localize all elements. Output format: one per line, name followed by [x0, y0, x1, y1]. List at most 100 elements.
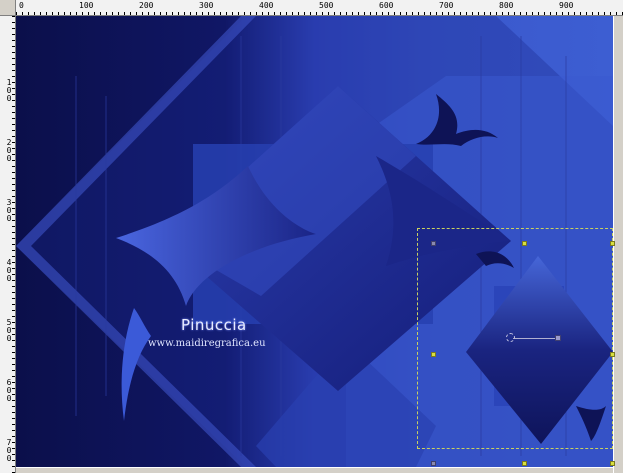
ruler-tick [12, 136, 15, 137]
ruler-tick [12, 310, 15, 311]
ruler-tick [256, 12, 257, 15]
ruler-tick [12, 316, 15, 317]
edge-handle-right[interactable] [610, 352, 615, 357]
ruler-tick [532, 12, 533, 15]
ruler-tick [12, 376, 15, 377]
ruler-tick [346, 12, 347, 15]
ruler-tick [12, 142, 15, 143]
corner-handle-bottom-right[interactable] [610, 461, 615, 466]
ruler-tick [12, 286, 15, 287]
horizontal-ruler: 0 100 200 300 400 500 600 700 800 900 [16, 0, 623, 16]
ruler-label-600: 600 [379, 1, 394, 10]
ruler-tick [238, 12, 239, 15]
ruler-tick [508, 12, 509, 15]
ruler-tick [16, 12, 17, 15]
edge-handle-bottom[interactable] [522, 461, 527, 466]
ruler-tick [12, 40, 15, 41]
ruler-tick [244, 12, 245, 15]
rotation-pivot-icon[interactable] [506, 333, 515, 342]
ruler-tick [12, 262, 15, 263]
ruler-tick [52, 12, 53, 15]
ruler-tick [12, 256, 15, 257]
ruler-tick [172, 12, 173, 15]
ruler-tick [484, 12, 485, 15]
ruler-tick [178, 12, 179, 15]
ruler-label-800: 800 [499, 1, 514, 10]
ruler-tick [388, 12, 389, 15]
ruler-tick [12, 346, 15, 347]
ruler-tick [12, 238, 15, 239]
ruler-tick [538, 12, 539, 15]
ruler-tick [12, 202, 15, 203]
ruler-tick [550, 12, 551, 15]
ruler-tick [12, 112, 15, 113]
ruler-tick [12, 94, 15, 95]
ruler-tick [64, 12, 65, 15]
corner-handle-top-right[interactable] [610, 241, 615, 246]
ruler-tick [298, 12, 299, 15]
ruler-tick [12, 46, 15, 47]
horizontal-scrollbar-edge[interactable] [16, 467, 613, 473]
ruler-tick [12, 118, 15, 119]
ruler-tick [520, 12, 521, 15]
ruler-tick [574, 12, 575, 15]
ruler-tick [352, 12, 353, 15]
ruler-tick [12, 418, 15, 419]
ruler-tick [190, 12, 191, 15]
ruler-tick [12, 388, 15, 389]
ruler-tick [12, 220, 15, 221]
ruler-tick [12, 460, 15, 461]
corner-handle-bottom-left[interactable] [431, 461, 436, 466]
ruler-tick [12, 274, 15, 275]
ruler-tick [586, 12, 587, 15]
ruler-tick [12, 232, 15, 233]
ruler-tick [514, 12, 515, 15]
ruler-tick [88, 12, 89, 15]
ruler-tick [12, 16, 15, 17]
ruler-tick [12, 292, 15, 293]
ruler-tick [12, 166, 15, 167]
ruler-tick [12, 226, 15, 227]
ruler-tick [12, 22, 15, 23]
ruler-tick [70, 12, 71, 15]
ruler-tick [12, 214, 15, 215]
ruler-tick [124, 12, 125, 15]
ruler-tick [610, 12, 611, 15]
ruler-tick [12, 184, 15, 185]
ruler-tick [208, 12, 209, 15]
ruler-label-200: 200 [139, 1, 154, 10]
rotation-handle-icon[interactable] [555, 335, 561, 341]
ruler-label-0: 0 [19, 1, 24, 10]
ruler-tick [12, 442, 15, 443]
ruler-tick [12, 334, 15, 335]
ruler-tick [12, 358, 15, 359]
ruler-tick [418, 12, 419, 15]
ruler-tick [496, 12, 497, 15]
ruler-tick [12, 28, 15, 29]
edge-handle-top[interactable] [522, 241, 527, 246]
ruler-tick [304, 12, 305, 15]
ruler-tick [12, 106, 15, 107]
ruler-tick [12, 352, 15, 353]
ruler-tick [142, 12, 143, 15]
ruler-tick [12, 400, 15, 401]
ruler-tick [460, 12, 461, 15]
ruler-tick [406, 12, 407, 15]
edge-handle-left[interactable] [431, 352, 436, 357]
ruler-tick [466, 12, 467, 15]
ruler-tick [12, 268, 15, 269]
ruler-tick [358, 12, 359, 15]
ruler-tick [46, 12, 47, 15]
corner-handle-top-left[interactable] [431, 241, 436, 246]
ruler-label-100: 100 [79, 1, 94, 10]
ruler-tick [292, 12, 293, 15]
ruler-tick [12, 88, 15, 89]
ruler-tick [130, 12, 131, 15]
ruler-tick [616, 12, 617, 15]
ruler-tick [118, 12, 119, 15]
rotation-arm [513, 338, 557, 339]
ruler-tick [556, 12, 557, 15]
ruler-tick [12, 394, 15, 395]
ruler-label-900: 900 [559, 1, 574, 10]
ruler-tick [568, 12, 569, 15]
